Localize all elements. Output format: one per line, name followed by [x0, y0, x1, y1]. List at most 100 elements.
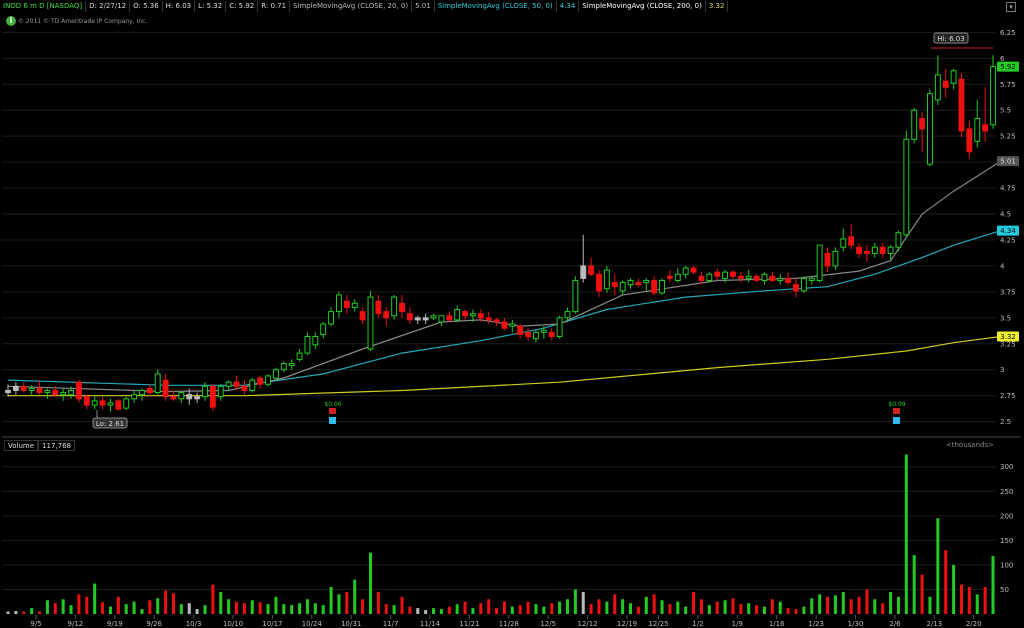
volume-bar: [510, 606, 514, 614]
candle-body: [312, 336, 319, 346]
candle-body: [793, 284, 799, 292]
candle-body: [635, 282, 642, 286]
volume-axis: 300 250 200 150 100 50: [1000, 463, 1013, 594]
candle-body: [800, 277, 807, 292]
candle-body: [556, 317, 563, 338]
volume-bar: [258, 602, 262, 614]
volume-bar: [841, 591, 845, 614]
candle-body: [209, 385, 216, 408]
volume-bar: [715, 601, 719, 614]
volume-bar: [337, 594, 341, 614]
candle-body: [194, 396, 201, 400]
volume-bar: [723, 600, 727, 614]
candle-body: [375, 300, 382, 315]
candle-body: [572, 279, 579, 313]
candle-body: [627, 279, 634, 286]
volume-bar: [826, 596, 830, 614]
volume-bar: [770, 599, 774, 614]
candle-body: [927, 93, 933, 165]
earnings-icon-1: [329, 408, 336, 414]
volume-tick-label: 100: [1000, 561, 1013, 569]
volume-bar: [550, 603, 554, 614]
volume-tick-label: 200: [1000, 512, 1013, 520]
volume-bar: [857, 596, 861, 614]
time-tick-label: 12/25: [648, 620, 668, 628]
volume-bar: [305, 599, 309, 614]
volume-bar: [463, 601, 467, 614]
volume-bar: [928, 596, 932, 614]
time-tick-label: 10/10: [223, 620, 243, 628]
candle-body: [359, 311, 366, 321]
price-tick-label: 2.5: [1000, 418, 1011, 426]
candle-body: [296, 352, 303, 360]
volume-bar: [164, 590, 168, 614]
candle-body: [68, 389, 74, 396]
price-tick-label: 4.75: [1000, 185, 1016, 193]
volume-bar: [762, 606, 766, 614]
volume-bar: [644, 596, 648, 614]
candle-body: [982, 124, 989, 132]
volume-bar: [148, 600, 152, 614]
volume-bar: [896, 596, 900, 614]
candle-body: [99, 400, 106, 406]
candle-body: [217, 385, 224, 398]
volume-bar: [684, 606, 688, 614]
time-tick-label: 9/5: [30, 620, 41, 628]
volume-bar: [266, 604, 270, 614]
time-tick-label: 10/3: [186, 620, 202, 628]
volume-bar: [660, 600, 664, 614]
volume-bar: [991, 556, 995, 614]
dividend-label-1: $0.06: [324, 401, 341, 408]
time-tick-label: 12/5: [540, 620, 556, 628]
candle-body: [501, 321, 508, 329]
candle-body: [596, 273, 602, 292]
volume-bar: [912, 555, 916, 614]
candle-body: [422, 317, 429, 321]
candle-body: [131, 394, 138, 400]
candle-body: [233, 381, 240, 387]
price-tags: 5.92 5.01 4.34 3.32: [997, 61, 1019, 342]
lo-label: Lo: 2.61: [96, 420, 124, 428]
volume-bar: [140, 609, 144, 614]
volume-bar: [14, 611, 18, 614]
candle-body: [178, 392, 185, 400]
volume-bar: [920, 574, 924, 614]
volume-bar: [329, 587, 333, 614]
candle-body: [848, 236, 855, 246]
candle-body: [588, 265, 595, 275]
volume-bar: [384, 604, 388, 614]
candle-body: [257, 377, 264, 385]
candle-body: [469, 313, 476, 317]
price-tick-label: 6.25: [1000, 29, 1016, 37]
time-tick-label: 9/26: [146, 620, 162, 628]
price-tag-label: 4.34: [1000, 227, 1016, 235]
volume-tick-label: 150: [1000, 537, 1013, 545]
candle-body: [36, 387, 43, 394]
volume-bar: [479, 603, 483, 614]
volume-bar: [873, 599, 877, 614]
candle-body: [651, 279, 658, 294]
volume-label[interactable]: Volume: [4, 440, 39, 451]
price-volume-chart[interactable]: 6.2565.755.55.2554.754.54.2543.753.53.25…: [0, 0, 1024, 628]
candle-body: [336, 294, 342, 313]
candle-body: [383, 311, 390, 319]
candle-body: [343, 300, 350, 308]
candle-body: [75, 381, 82, 400]
time-tick-label: 1/2: [692, 620, 703, 628]
candle-body: [903, 138, 910, 236]
volume-bar: [747, 603, 751, 614]
candle-body: [974, 118, 981, 142]
candle-body: [485, 317, 492, 321]
candle-body: [722, 271, 729, 279]
candle-body: [5, 389, 11, 394]
candle-body: [414, 317, 421, 321]
price-tag-label: 5.01: [1000, 158, 1016, 166]
volume-unit-label: <thousands>: [945, 441, 994, 449]
candle-body: [462, 311, 468, 317]
candle-body: [761, 273, 768, 281]
volume-bar: [235, 601, 239, 614]
candle-body: [533, 331, 539, 340]
candle-body: [12, 385, 19, 391]
volume-bar: [778, 601, 782, 614]
candle-body: [328, 311, 335, 325]
